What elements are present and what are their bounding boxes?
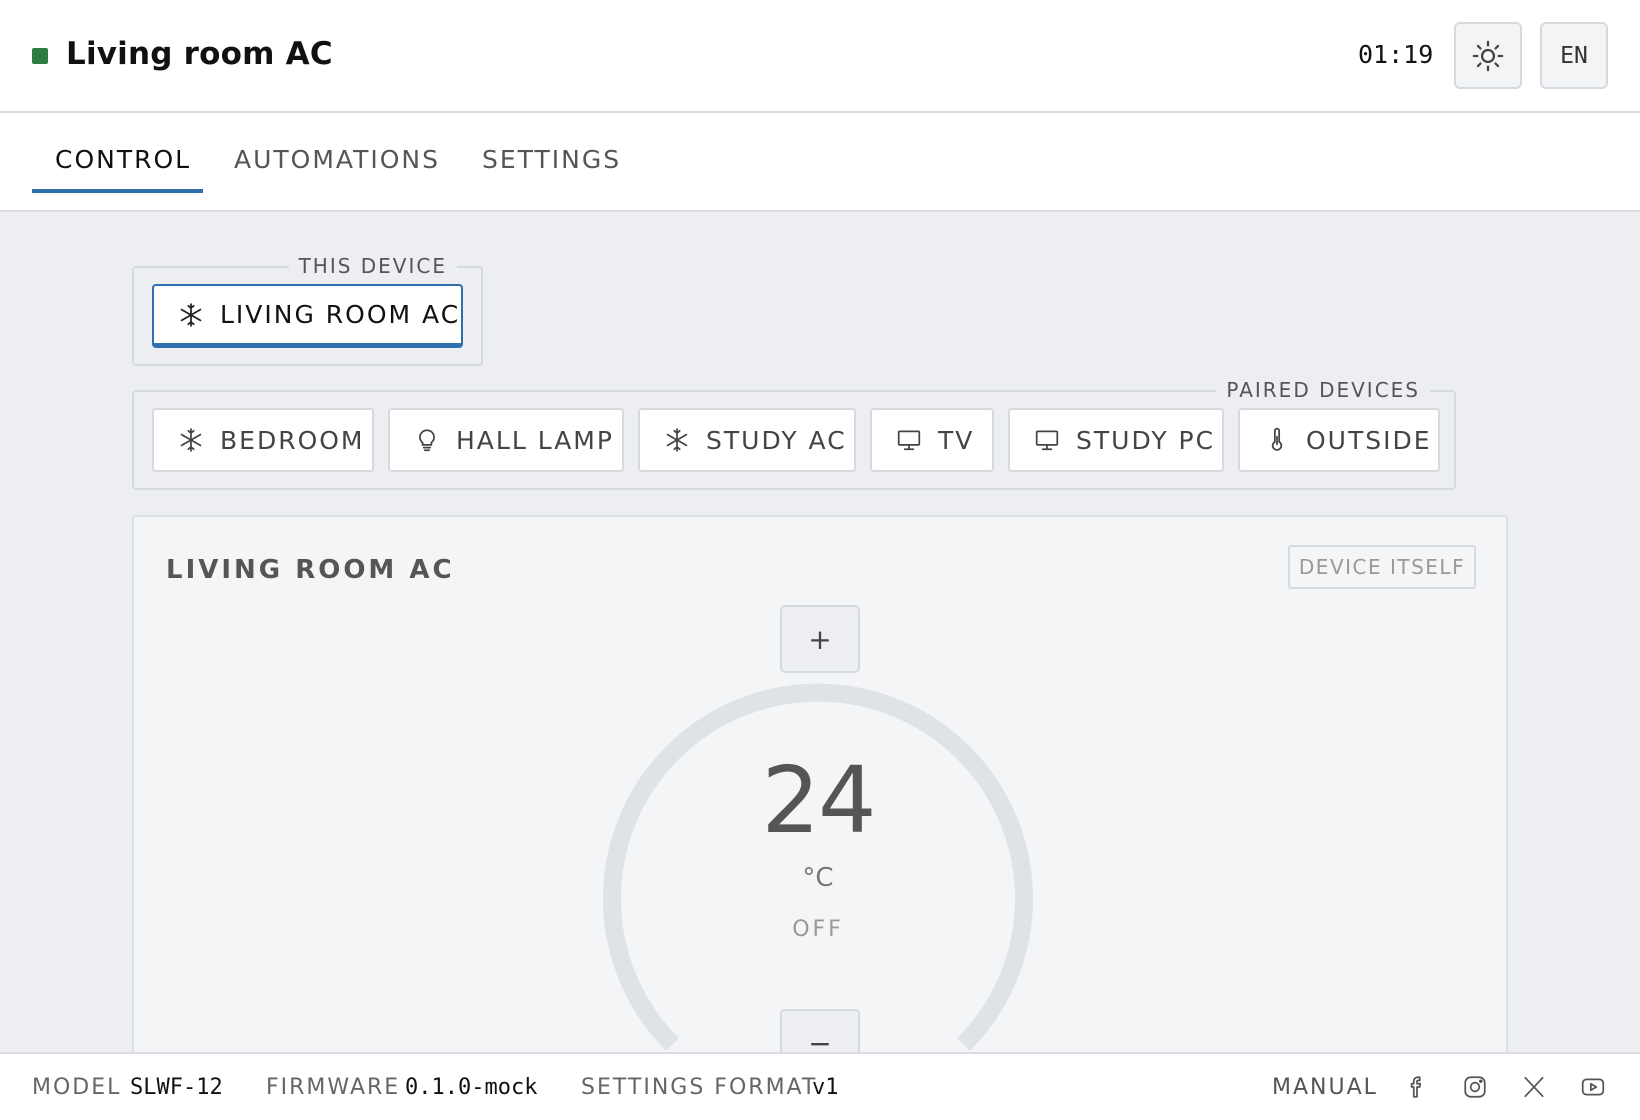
instagram-link[interactable] [1460,1072,1490,1102]
device-button-label: LIVING ROOM AC [220,300,461,329]
this-device-group: THIS DEVICE LIVING ROOM AC [132,254,483,366]
snowflake-icon [666,428,688,452]
tab-settings[interactable]: SETTINGS [482,145,621,174]
increase-temperature-button[interactable]: + [780,605,860,673]
x-link[interactable] [1519,1072,1549,1102]
device-button-label: TV [938,425,975,455]
model-label: MODEL [32,1075,122,1100]
device-button-label: HALL LAMP [456,425,614,455]
device-button-living-room-ac[interactable]: LIVING ROOM AC [152,284,463,348]
temperature-unit: °C [802,863,834,893]
tab-control[interactable]: CONTROL [55,145,191,174]
paired-devices-group: PAIRED DEVICES BEDROOM HALL LAMP STUDY A… [132,378,1456,490]
main-content: THIS DEVICE LIVING ROOM AC PAIRED DEVICE… [0,212,1640,1052]
clock: 01:19 [1358,40,1434,69]
youtube-link[interactable] [1578,1072,1608,1102]
paired-devices-legend: PAIRED DEVICES [1216,378,1430,402]
app-header: Living room AC 01:19 EN [0,0,1640,113]
youtube-icon [1581,1078,1605,1096]
device-control-card: LIVING ROOM AC DEVICE ITSELF + − 24 °C O… [132,515,1508,1052]
device-itself-badge: DEVICE ITSELF [1288,545,1476,589]
x-icon [1524,1076,1544,1098]
snowflake-icon [180,302,202,327]
device-button-outside[interactable]: OUTSIDE [1238,408,1440,472]
settings-format-value: v1 [812,1075,839,1100]
lightbulb-icon [419,429,435,452]
this-device-legend: THIS DEVICE [288,254,457,278]
device-button-bedroom[interactable]: BEDROOM [152,408,374,472]
monitor-icon [1035,430,1059,451]
device-button-label: BEDROOM [220,425,365,455]
device-button-tv[interactable]: TV [870,408,994,472]
firmware-value: 0.1.0-mock [405,1075,538,1100]
sun-icon [1472,40,1504,71]
device-button-study-ac[interactable]: STUDY AC [638,408,856,472]
theme-toggle-button[interactable] [1454,22,1522,89]
tab-automations[interactable]: AUTOMATIONS [234,145,440,174]
card-title: LIVING ROOM AC [166,555,455,585]
status-indicator [32,48,48,64]
firmware-label: FIRMWARE [266,1075,401,1100]
facebook-link[interactable] [1402,1072,1432,1102]
temperature-value: 24 [761,747,876,854]
tab-bar: CONTROL AUTOMATIONS SETTINGS [0,113,1640,212]
device-button-label: STUDY AC [706,425,847,455]
language-button[interactable]: EN [1540,22,1608,89]
decrease-temperature-button[interactable]: − [780,1009,860,1052]
active-tab-indicator [32,189,203,193]
monitor-icon [897,430,921,451]
power-state: OFF [792,917,844,942]
facebook-icon [1410,1076,1422,1098]
manual-link[interactable]: MANUAL [1272,1075,1378,1100]
snowflake-icon [180,428,202,452]
page-title: Living room AC [66,36,333,72]
model-value: SLWF-12 [130,1075,223,1100]
device-button-label: OUTSIDE [1306,425,1432,455]
thermometer-icon [1271,427,1283,451]
instagram-icon [1464,1076,1486,1098]
device-button-study-pc[interactable]: STUDY PC [1008,408,1224,472]
settings-format-label: SETTINGS FORMAT [581,1075,818,1100]
device-button-label: STUDY PC [1076,425,1216,455]
app-footer: MODEL SLWF-12 FIRMWARE 0.1.0-mock SETTIN… [0,1052,1640,1120]
device-button-hall-lamp[interactable]: HALL LAMP [388,408,624,472]
